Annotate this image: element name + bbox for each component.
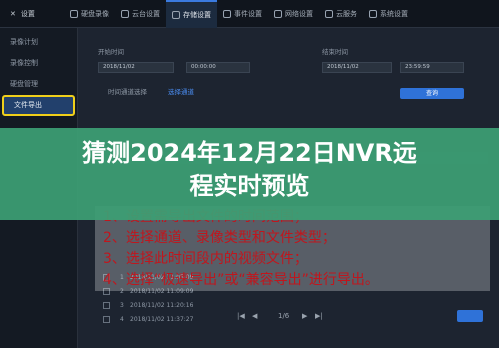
network-icon [274,9,282,18]
brand-label: 设置 [20,9,35,18]
sidebar-item-disk-management[interactable]: 硬盘管理 [0,74,77,95]
ptz-icon [121,9,129,18]
table-row[interactable]: 3 2018/11/02 11:20:16 [98,299,488,313]
tab-cloud[interactable]: 云服务 [319,0,363,28]
banner-title: 猜测2024年12月22日NVR远 程实时预览 [0,137,499,203]
select-channel-link[interactable]: 选择通道 [168,86,194,96]
event-icon [223,9,231,18]
sidebar-item-file-export[interactable]: 文件导出 [2,95,75,116]
export-button[interactable] [457,310,483,322]
tools-icon: ✕ [10,9,16,18]
instruction-step-4: 4、选择“极速导出”或“兼容导出”进行导出。 [103,272,379,288]
tab-storage[interactable]: 存储设置 [166,0,217,28]
pager-first-icon[interactable]: |◀ [237,312,245,320]
page-indicator: 1/6 [278,312,290,320]
end-time-label: 结束时间 [322,48,348,56]
banner-title-line-2: 程实时预览 [189,172,310,200]
sidebar-item-record-control[interactable]: 录像控制 [0,53,77,74]
settings-brand[interactable]: ✕ 设置 [0,9,64,19]
pager-prev-icon[interactable]: ◀ [252,312,257,320]
top-navigation-bar: ✕ 设置 硬盘录像 云台设置 存储设置 事件设置 网络设置 云服务 系统设置 [0,0,499,28]
end-time-input[interactable]: 23:59:59 [400,62,464,73]
sidebar-item-record-schedule[interactable]: 录像计划 [0,32,77,53]
cloud-icon [325,9,333,18]
instruction-step-2: 2、选择通道、录像类型和文件类型； [103,230,336,246]
storage-icon [172,10,180,19]
query-button[interactable]: 查询 [400,88,464,99]
row-checkbox[interactable] [103,302,110,309]
tab-recording[interactable]: 硬盘录像 [64,0,115,28]
start-date-input[interactable]: 2018/11/02 [98,62,174,73]
end-date-input[interactable]: 2018/11/02 [322,62,392,73]
tab-system[interactable]: 系统设置 [363,0,414,28]
row-checkbox[interactable] [103,316,110,323]
instruction-step-3: 3、选择此时间段内的视频文件； [103,251,308,267]
tab-events[interactable]: 事件设置 [217,0,268,28]
camera-icon [70,9,78,18]
start-time-label: 开始时间 [98,48,124,56]
banner-title-line-1: 猜测2024年12月22日NVR远 [82,139,417,167]
tab-ptz[interactable]: 云台设置 [115,0,166,28]
start-time-input[interactable]: 00:00:00 [186,62,250,73]
pager-last-icon[interactable]: ▶| [315,312,323,320]
channel-label: 时间通道选择 [108,88,147,96]
pager-next-icon[interactable]: ▶ [302,312,307,320]
table-row[interactable]: 4 2018/11/02 11:37:27 [98,313,488,327]
tab-network[interactable]: 网络设置 [268,0,319,28]
system-icon [369,9,377,18]
